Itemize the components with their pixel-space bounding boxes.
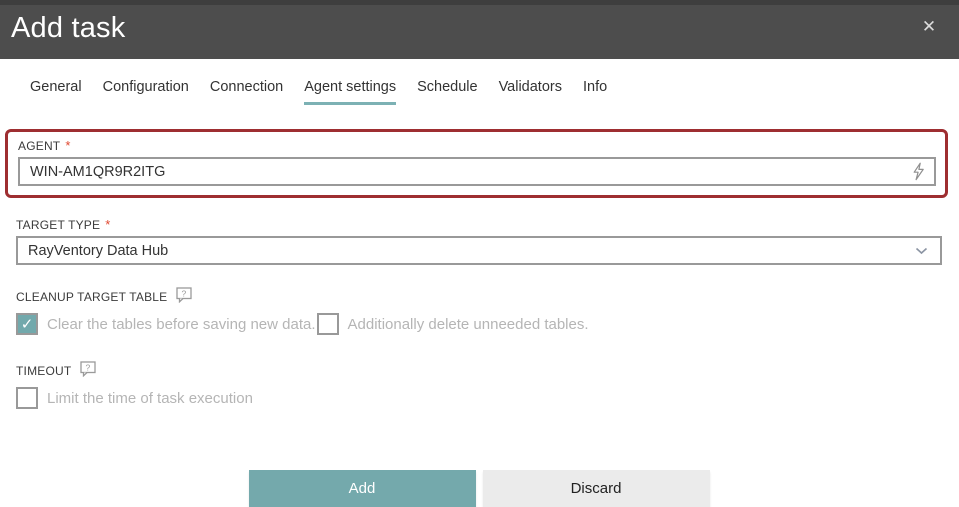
dialog-header: Add task ✕ [0,0,959,59]
help-icon[interactable]: ? [80,361,97,380]
cleanup-section: CLEANUP TARGET TABLE ? ✓ Clear the table… [16,287,942,335]
tab-info[interactable]: Info [583,79,607,105]
target-type-group: TARGET TYPE * RayVentory Data Hub [16,217,942,265]
close-icon: ✕ [921,17,937,36]
target-type-value: RayVentory Data Hub [28,242,169,259]
tab-bar: General Configuration Connection Agent s… [0,79,959,105]
dialog-title: Add task [11,12,126,44]
target-type-select[interactable]: RayVentory Data Hub [16,236,942,265]
tab-validators[interactable]: Validators [499,79,562,105]
agent-label: AGENT [18,138,61,153]
delete-tables-label: Additionally delete unneeded tables. [347,315,589,333]
tab-agent-settings[interactable]: Agent settings [304,79,397,105]
cleanup-label: CLEANUP TARGET TABLE [16,289,168,304]
timeout-section: TIMEOUT ? Limit the time of task executi… [16,361,942,409]
delete-tables-checkbox[interactable] [316,313,339,335]
limit-time-checkbox[interactable] [16,387,38,409]
cleanup-checkbox-row: ✓ Clear the tables before saving new dat… [16,313,942,335]
close-button[interactable]: ✕ [916,14,942,40]
tab-connection[interactable]: Connection [210,79,283,105]
add-button[interactable]: Add [248,470,476,507]
target-type-label: TARGET TYPE [16,217,101,232]
clear-tables-checkbox[interactable]: ✓ [16,313,38,335]
agent-field-highlight: AGENT * [5,129,948,198]
tab-general[interactable]: General [30,79,82,105]
agent-required-asterisk: * [65,138,71,153]
timeout-label: TIMEOUT [16,363,72,378]
lightning-icon [912,162,925,181]
agent-input-wrap [18,157,936,186]
dialog-footer: Add Discard [16,470,942,507]
checkmark-icon: ✓ [20,316,34,333]
tab-schedule[interactable]: Schedule [417,79,477,105]
tab-configuration[interactable]: Configuration [103,79,189,105]
discard-button[interactable]: Discard [482,470,710,507]
svg-text:?: ? [182,289,187,299]
timeout-checkbox-row: Limit the time of task execution [16,387,942,409]
target-type-required-asterisk: * [105,217,111,232]
agent-input[interactable] [30,163,912,180]
clear-tables-label: Clear the tables before saving new data. [47,315,316,333]
svg-text:?: ? [86,363,91,373]
help-icon[interactable]: ? [176,287,193,306]
chevron-down-icon [915,247,928,255]
limit-time-label: Limit the time of task execution [47,389,253,407]
